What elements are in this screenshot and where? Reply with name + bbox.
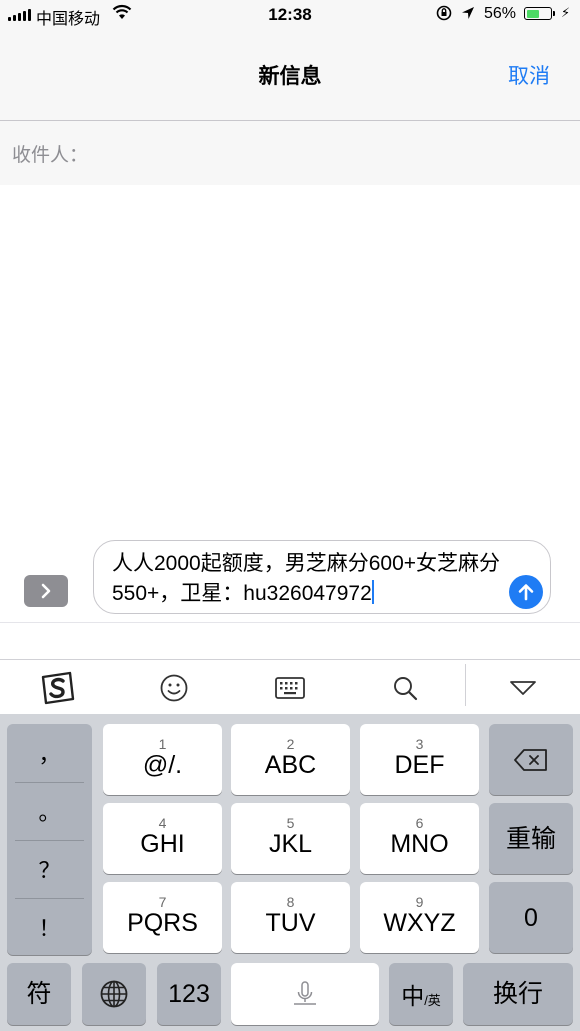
key-label: PQRS <box>127 908 198 937</box>
key-sublabel: /英 <box>424 993 441 1008</box>
recipient-field[interactable]: 收件人： <box>0 121 580 185</box>
globe-key[interactable] <box>82 963 146 1025</box>
keyboard-toolbar <box>0 659 580 714</box>
arrow-up-icon <box>518 584 534 601</box>
key-label: 0 <box>524 903 538 932</box>
key-number: 6 <box>415 814 424 831</box>
key-label: WXYZ <box>383 908 456 937</box>
battery-icon <box>524 7 555 20</box>
key-6[interactable]: 6 MNO <box>360 803 479 874</box>
message-input[interactable]: 人人2000起额度，男芝麻分600+女芝麻分550+，卫星：hu32604797… <box>93 540 551 614</box>
key-number: 8 <box>286 893 295 910</box>
key-label: DEF <box>394 750 445 779</box>
key-label: JKL <box>268 829 313 858</box>
keyboard: ， 。 ？ ！ 1 @/. 2 ABC 3 DEF 4 GHI 5 JKL 6 … <box>0 714 580 1031</box>
key-label: 123 <box>168 980 210 1008</box>
key-number: 7 <box>158 893 167 910</box>
collapse-keyboard-icon[interactable] <box>505 670 541 706</box>
key-label: 中 <box>401 983 425 1009</box>
symbol-key[interactable]: 符 <box>7 963 71 1025</box>
key-label: 换行 <box>492 980 543 1008</box>
sogou-logo-icon[interactable] <box>40 670 76 706</box>
rotation-lock-icon <box>436 5 452 26</box>
keyboard-icon[interactable] <box>272 670 308 706</box>
backspace-icon <box>514 748 547 771</box>
message-text: 人人2000起额度，男芝麻分600+女芝麻分550+，卫星：hu32604797… <box>112 552 501 605</box>
expand-apps-button[interactable] <box>24 575 68 607</box>
key-label: MNO <box>390 829 449 858</box>
key-3[interactable]: 3 DEF <box>360 724 479 795</box>
key-1[interactable]: 1 @/. <box>103 724 222 795</box>
punctuation-column: ， 。 ？ ！ <box>7 724 92 955</box>
question-key[interactable]: ？ <box>7 840 92 897</box>
key-label: GHI <box>140 829 185 858</box>
key-4[interactable]: 4 GHI <box>103 803 222 874</box>
comma-key[interactable]: ， <box>7 724 92 781</box>
key-9[interactable]: 9 WXYZ <box>360 882 479 953</box>
key-number: 4 <box>158 814 167 831</box>
key-2[interactable]: 2 ABC <box>231 724 350 795</box>
exclamation-key[interactable]: ！ <box>7 898 92 955</box>
backspace-key[interactable] <box>489 724 573 795</box>
status-bar: 中国移动 12:38 56% ⚡ <box>0 0 580 30</box>
globe-icon <box>100 980 128 1008</box>
emoji-icon[interactable] <box>156 670 192 706</box>
space-key[interactable] <box>231 963 379 1025</box>
chevron-right-icon <box>41 583 51 599</box>
key-5[interactable]: 5 JKL <box>231 803 350 874</box>
return-key[interactable]: 换行 <box>463 963 573 1025</box>
numeric-key[interactable]: 123 <box>157 963 221 1025</box>
divider <box>0 622 580 623</box>
recipient-label: 收件人： <box>12 145 89 166</box>
key-label: 符 <box>26 980 52 1008</box>
period-key[interactable]: 。 <box>7 782 92 839</box>
key-number: 2 <box>286 735 295 752</box>
charging-icon: ⚡ <box>561 5 571 20</box>
cancel-button[interactable]: 取消 <box>508 60 550 90</box>
reinput-key[interactable]: 重输 <box>489 803 573 874</box>
language-switch-key[interactable]: 中 /英 <box>389 963 453 1025</box>
text-cursor <box>371 580 374 604</box>
navigation-bar: 新信息 取消 <box>0 30 580 121</box>
key-8[interactable]: 8 TUV <box>231 882 350 953</box>
microphone-icon <box>294 981 316 1005</box>
search-icon[interactable] <box>387 670 423 706</box>
key-number: 3 <box>415 735 424 752</box>
toolbar-separator <box>465 664 466 706</box>
send-button[interactable] <box>509 575 543 609</box>
battery-percent: 56% <box>484 5 517 22</box>
key-label: 重输 <box>505 824 556 853</box>
key-number: 9 <box>415 893 424 910</box>
key-label: ABC <box>264 750 317 779</box>
key-7[interactable]: 7 PQRS <box>103 882 222 953</box>
key-0[interactable]: 0 <box>489 882 573 953</box>
key-label: @/. <box>142 750 183 779</box>
key-label: TUV <box>265 908 316 937</box>
key-number: 1 <box>158 735 167 752</box>
key-number: 5 <box>286 814 295 831</box>
location-icon <box>460 5 476 26</box>
page-title: 新信息 <box>258 65 322 88</box>
